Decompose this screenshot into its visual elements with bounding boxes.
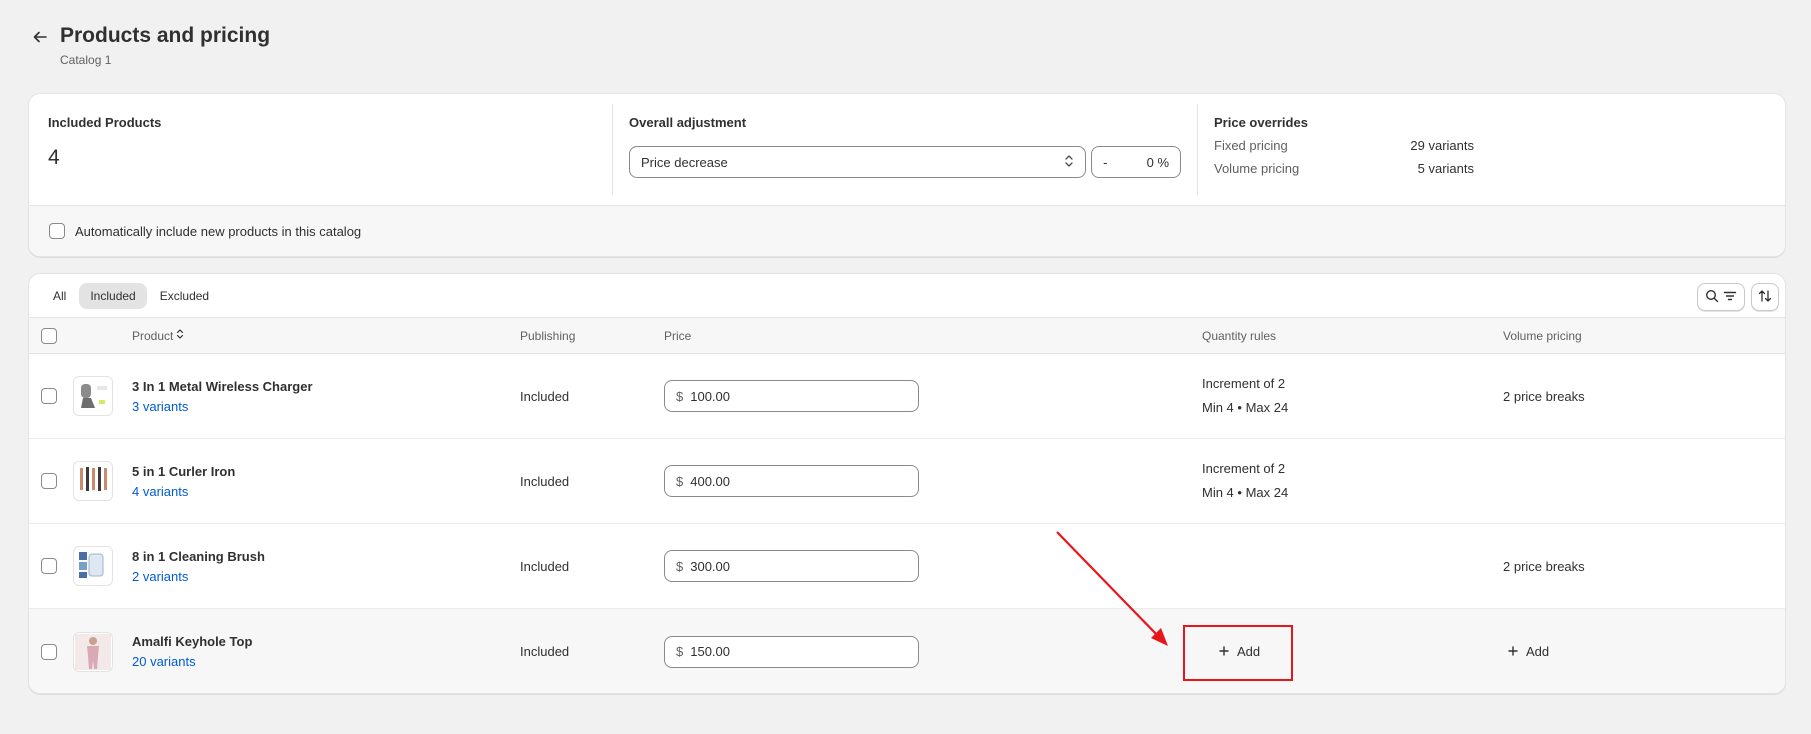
adjustment-type-value: Price decrease bbox=[641, 154, 728, 170]
tab-included[interactable]: Included bbox=[79, 282, 147, 309]
table-row[interactable]: Amalfi Keyhole Top 20 variants Included … bbox=[29, 609, 1785, 693]
back-arrow-icon[interactable] bbox=[28, 25, 52, 49]
add-volume-pricing-button[interactable]: Add bbox=[1508, 644, 1549, 659]
publishing-status: Included bbox=[520, 558, 570, 574]
table-row[interactable]: 5 in 1 Curler Iron 4 variants Included $… bbox=[29, 439, 1785, 524]
select-all-checkbox[interactable] bbox=[41, 327, 57, 344]
plus-icon bbox=[1508, 644, 1518, 659]
search-icon bbox=[1705, 289, 1719, 306]
variants-link[interactable]: 20 variants bbox=[132, 654, 252, 669]
price-input[interactable]: $ 150.00 bbox=[664, 635, 919, 668]
auto-include-label[interactable]: Automatically include new products in th… bbox=[75, 224, 361, 239]
product-thumbnail bbox=[73, 631, 113, 672]
price-input[interactable]: $ 100.00 bbox=[664, 380, 919, 412]
auto-include-row: Automatically include new products in th… bbox=[29, 205, 1785, 256]
currency-symbol: $ bbox=[676, 644, 684, 659]
page-title: Products and pricing bbox=[60, 24, 271, 47]
override-row-volume: Volume pricing 5 variants bbox=[1214, 161, 1474, 176]
product-thumbnail bbox=[73, 376, 113, 416]
column-header-product[interactable]: Product bbox=[132, 328, 184, 343]
variants-link[interactable]: 3 variants bbox=[132, 399, 313, 414]
currency-symbol: $ bbox=[676, 473, 684, 489]
row-checkbox[interactable] bbox=[41, 388, 57, 404]
included-products-label: Included Products bbox=[48, 115, 162, 130]
sort-arrows-icon bbox=[176, 328, 184, 343]
publishing-status: Included bbox=[520, 644, 570, 659]
row-checkbox[interactable] bbox=[41, 643, 57, 660]
currency-symbol: $ bbox=[676, 558, 684, 574]
sort-button[interactable] bbox=[1751, 283, 1779, 311]
overall-adjustment-section: Overall adjustment Price decrease - 0 % bbox=[613, 104, 1198, 195]
currency-symbol: $ bbox=[676, 388, 684, 404]
select-chevron-icon bbox=[1064, 153, 1074, 172]
price-input[interactable]: $ 300.00 bbox=[664, 550, 919, 582]
annotation-highlight-box bbox=[1183, 625, 1293, 681]
volume-pricing[interactable]: 2 price breaks bbox=[1503, 389, 1585, 404]
filter-tabs: All Included Excluded bbox=[29, 274, 1785, 318]
volume-pricing[interactable]: 2 price breaks bbox=[1503, 559, 1585, 574]
publishing-status: Included bbox=[520, 473, 570, 489]
product-name[interactable]: 3 In 1 Metal Wireless Charger bbox=[132, 379, 313, 394]
product-thumbnail bbox=[73, 461, 113, 501]
column-header-quantity-rules: Quantity rules bbox=[1202, 328, 1277, 343]
table-row[interactable]: 3 In 1 Metal Wireless Charger 3 variants… bbox=[29, 354, 1785, 439]
included-products-count: 4 bbox=[48, 146, 60, 169]
search-filter-button[interactable] bbox=[1697, 283, 1745, 311]
price-input[interactable]: $ 400.00 bbox=[664, 465, 919, 497]
publishing-status: Included bbox=[520, 388, 570, 404]
price-overrides-section: Price overrides Fixed pricing 29 variant… bbox=[1198, 104, 1785, 195]
price-overrides-label: Price overrides bbox=[1214, 115, 1308, 130]
table-row[interactable]: 8 in 1 Cleaning Brush 2 variants Include… bbox=[29, 524, 1785, 609]
row-checkbox[interactable] bbox=[41, 473, 57, 489]
row-checkbox[interactable] bbox=[41, 558, 57, 574]
table-header: Product Publishing Price Quantity rules … bbox=[29, 318, 1785, 354]
tab-excluded[interactable]: Excluded bbox=[149, 283, 220, 309]
override-row-fixed: Fixed pricing 29 variants bbox=[1214, 138, 1474, 153]
adjustment-unit: % bbox=[1157, 154, 1169, 170]
price-value: 100.00 bbox=[690, 388, 730, 404]
column-header-publishing: Publishing bbox=[520, 328, 576, 343]
filter-icon bbox=[1723, 289, 1737, 306]
adjustment-type-select[interactable]: Price decrease bbox=[629, 146, 1087, 178]
included-products-section: Included Products 4 bbox=[29, 104, 613, 195]
adjustment-value: 0 bbox=[1146, 154, 1154, 170]
sort-icon bbox=[1758, 289, 1772, 306]
price-value: 300.00 bbox=[690, 558, 730, 574]
adjustment-sign: - bbox=[1103, 154, 1108, 170]
page-header: Products and pricing Catalog 1 bbox=[28, 22, 270, 67]
overall-adjustment-label: Overall adjustment bbox=[629, 115, 747, 130]
price-value: 400.00 bbox=[690, 473, 730, 489]
product-name[interactable]: 8 in 1 Cleaning Brush bbox=[132, 549, 265, 564]
product-name[interactable]: 5 in 1 Curler Iron bbox=[132, 464, 235, 479]
page-subtitle: Catalog 1 bbox=[60, 53, 112, 67]
adjustment-percent-input[interactable]: - 0 % bbox=[1091, 146, 1181, 178]
auto-include-checkbox[interactable] bbox=[49, 223, 65, 239]
product-thumbnail bbox=[73, 546, 113, 586]
variants-link[interactable]: 2 variants bbox=[132, 569, 265, 584]
product-name[interactable]: Amalfi Keyhole Top bbox=[132, 634, 252, 649]
column-header-price: Price bbox=[664, 328, 692, 343]
quantity-rules[interactable]: Increment of 2 Min 4 • Max 24 bbox=[1202, 457, 1288, 505]
catalog-summary-card: Included Products 4 Overall adjustment P… bbox=[28, 93, 1786, 257]
price-value: 150.00 bbox=[690, 644, 730, 659]
column-header-volume-pricing: Volume pricing bbox=[1503, 328, 1582, 343]
quantity-rules[interactable]: Increment of 2 Min 4 • Max 24 bbox=[1202, 372, 1288, 420]
products-table-card: All Included Excluded Product Publishing… bbox=[28, 273, 1786, 694]
tab-all[interactable]: All bbox=[42, 283, 77, 309]
variants-link[interactable]: 4 variants bbox=[132, 484, 235, 499]
